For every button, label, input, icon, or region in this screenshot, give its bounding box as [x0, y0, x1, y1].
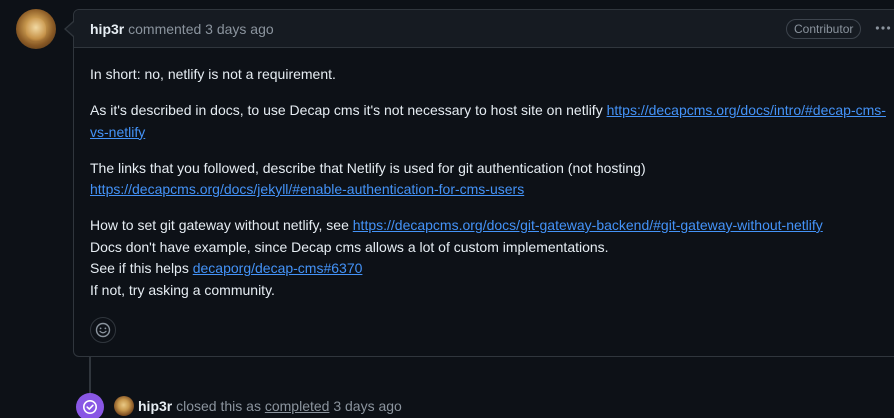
comment-body: In short: no, netlify is not a requireme… — [90, 64, 894, 316]
issue-reference-link[interactable]: decaporg/decap-cms#6370 — [193, 260, 363, 276]
paragraph-3: The links that you followed, describe th… — [90, 158, 894, 201]
paragraph-4: How to set git gateway without netlify, … — [90, 215, 894, 301]
avatar[interactable] — [16, 9, 56, 49]
event-time[interactable]: 3 days ago — [333, 398, 402, 414]
timeline-line — [89, 355, 91, 395]
paragraph-2: As it's described in docs, to use Decap … — [90, 100, 894, 143]
paragraph-4-line3-text: See if this helps — [90, 260, 193, 276]
paragraph-4-line4: If not, try asking a community. — [90, 281, 275, 298]
avatar-image — [26, 18, 46, 42]
comment-meta: hip3r commented 3 days ago — [90, 21, 274, 37]
comment-box: hip3r commented 3 days ago Contributor I… — [73, 9, 894, 357]
check-circle-icon-svg — [83, 400, 97, 414]
comment-time[interactable]: 3 days ago — [205, 21, 274, 37]
paragraph-2-text: As it's described in docs, to use Decap … — [90, 102, 607, 118]
event-action: closed this as — [176, 398, 261, 414]
kebab-horizontal-icon-svg — [875, 26, 891, 30]
event-text: hip3r closed this as completed 3 days ag… — [138, 398, 402, 414]
event-avatar[interactable] — [114, 396, 134, 416]
event-state-link[interactable]: completed — [265, 398, 330, 414]
comment-author[interactable]: hip3r — [90, 21, 124, 37]
add-reaction-button[interactable] — [90, 317, 116, 343]
check-circle-icon — [76, 393, 104, 418]
issue-timeline: hip3r commented 3 days ago Contributor I… — [0, 0, 894, 418]
event-author[interactable]: hip3r — [138, 398, 172, 414]
paragraph-3-text: The links that you followed, describe th… — [90, 159, 646, 176]
jekyll-auth-link[interactable]: https://decapcms.org/docs/jekyll/#enable… — [90, 181, 524, 197]
paragraph-1: In short: no, netlify is not a requireme… — [90, 66, 336, 82]
comment-action: commented — [128, 21, 202, 37]
comment-pointer-fill — [66, 22, 74, 36]
comment-header: hip3r commented 3 days ago Contributor — [74, 10, 894, 48]
smiley-icon — [95, 322, 111, 338]
paragraph-4-line2: Docs don't have example, since Decap cms… — [90, 238, 609, 255]
contributor-badge: Contributor — [786, 19, 862, 39]
paragraph-4-line1-text: How to set git gateway without netlify, … — [90, 217, 353, 233]
git-gateway-link[interactable]: https://decapcms.org/docs/git-gateway-ba… — [353, 217, 823, 233]
kebab-horizontal-icon[interactable] — [874, 19, 894, 37]
